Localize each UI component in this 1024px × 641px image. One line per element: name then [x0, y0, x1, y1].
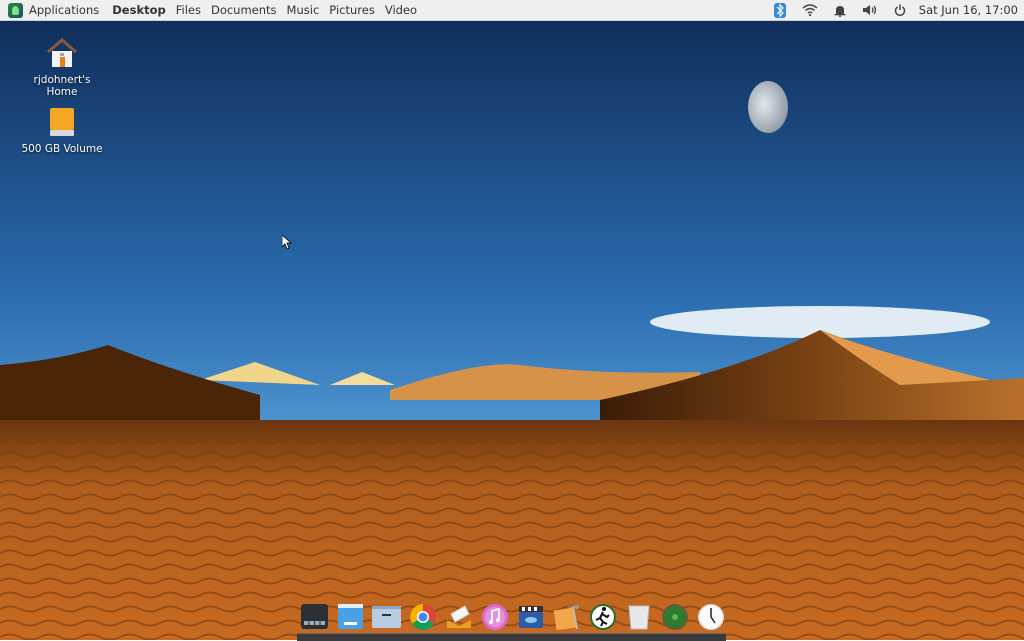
dock-show-desktop[interactable]: [336, 602, 365, 631]
chrome-icon: [409, 603, 436, 630]
volume-icon[interactable]: [855, 0, 885, 20]
applications-menu[interactable]: Applications: [8, 2, 100, 18]
applications-logo-icon: [8, 2, 23, 18]
radar-icon: [661, 603, 688, 630]
desktop-icon-label: rjdohnert's Home: [33, 74, 91, 98]
dock-radar[interactable]: [660, 602, 689, 631]
dock-mail[interactable]: [444, 602, 473, 631]
dock-trash[interactable]: [624, 602, 653, 631]
desktop-icon-label: 500 GB Volume: [21, 143, 103, 155]
dock-runner-app[interactable]: [588, 602, 617, 631]
place-documents[interactable]: Documents: [206, 3, 282, 17]
workspaces-icon: [301, 604, 328, 629]
clock[interactable]: Sat Jun 16, 17:00: [915, 3, 1024, 17]
runner-app-icon: [589, 603, 616, 630]
system-tray: Sat Jun 16, 17:00: [765, 0, 1024, 20]
place-desktop[interactable]: Desktop: [107, 3, 170, 17]
drive-icon: [50, 108, 74, 136]
file-manager-icon: [372, 605, 401, 628]
place-music[interactable]: Music: [282, 3, 325, 17]
trash-icon: [627, 605, 650, 629]
wifi-icon[interactable]: [795, 0, 825, 20]
power-icon[interactable]: [885, 0, 915, 20]
moon: [748, 81, 788, 133]
desktop-wallpaper: [0, 0, 1024, 640]
dock-builder[interactable]: [552, 602, 581, 631]
itunes-icon: [481, 603, 508, 630]
desktop-icon-volume[interactable]: 500 GB Volume: [17, 106, 107, 155]
place-video[interactable]: Video: [380, 3, 422, 17]
clock-icon: [697, 603, 724, 630]
dock-video-editor[interactable]: [516, 602, 545, 631]
desktop-window-icon: [338, 604, 363, 629]
mouse-pointer-icon: [282, 235, 292, 249]
desktop-icon-home[interactable]: rjdohnert's Home: [17, 37, 107, 98]
video-editor-icon: [518, 606, 543, 628]
top-panel: Applications Desktop Files Documents Mus…: [0, 0, 1024, 21]
dock: [300, 602, 725, 636]
dock-clock[interactable]: [696, 602, 725, 631]
dock-music[interactable]: [480, 602, 509, 631]
dock-chrome[interactable]: [408, 602, 437, 631]
applications-label: Applications: [29, 3, 100, 17]
xcode-builder-icon: [553, 605, 579, 630]
mail-icon: [446, 604, 471, 628]
bluetooth-icon[interactable]: [765, 0, 795, 20]
dock-workspaces[interactable]: [300, 602, 329, 631]
place-pictures[interactable]: Pictures: [324, 3, 380, 17]
notification-bell-icon[interactable]: [825, 0, 855, 20]
dock-file-manager[interactable]: [372, 602, 401, 631]
home-folder-icon: [47, 38, 77, 67]
place-files[interactable]: Files: [171, 3, 206, 17]
